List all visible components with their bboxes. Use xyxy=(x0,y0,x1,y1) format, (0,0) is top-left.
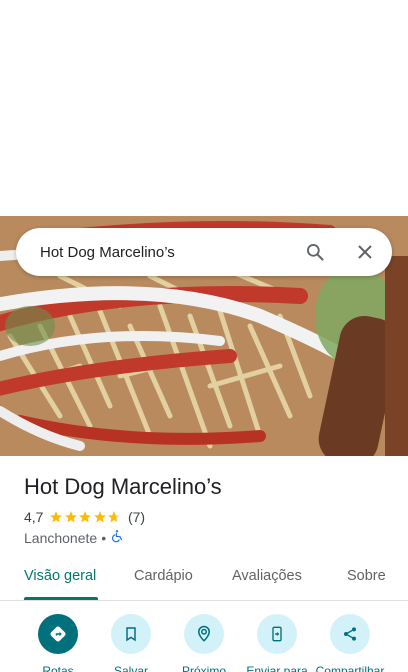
send-to-phone-button[interactable]: Enviar para xyxy=(235,614,319,672)
directions-icon xyxy=(38,614,78,654)
save-label: Salvar xyxy=(113,664,148,672)
close-icon[interactable] xyxy=(354,241,376,263)
nearby-button[interactable]: Próximo xyxy=(162,614,246,672)
star-icon xyxy=(65,511,77,523)
star-icon xyxy=(50,511,63,523)
separator-dot: • xyxy=(101,529,107,546)
rating-row[interactable]: 4,7 (7) xyxy=(24,509,145,525)
tab-menu[interactable]: Cardápio xyxy=(134,568,193,584)
star-icon xyxy=(94,511,106,523)
bookmark-icon xyxy=(111,614,151,654)
share-button[interactable]: Compartilhar xyxy=(308,614,392,672)
nearby-label: Próximo xyxy=(181,664,226,672)
wheelchair-icon xyxy=(110,529,124,546)
directions-label: Rotas xyxy=(42,664,74,672)
search-icon[interactable] xyxy=(304,241,326,263)
tab-bar: Visão geral Cardápio Avaliações Sobre xyxy=(0,556,408,601)
active-tab-indicator xyxy=(24,597,98,600)
map-area-blank xyxy=(0,0,408,216)
tab-overview[interactable]: Visão geral xyxy=(24,568,96,584)
action-bar: Rotas Salvar Próximo Enviar para Compart… xyxy=(0,614,408,672)
tab-about[interactable]: Sobre xyxy=(347,568,386,584)
search-query[interactable]: Hot Dog Marcelino’s xyxy=(40,244,304,261)
place-category: Lanchonete xyxy=(24,529,98,546)
star-icon xyxy=(79,511,92,523)
rating-stars xyxy=(49,510,122,524)
review-count[interactable]: (7) xyxy=(128,509,145,525)
send-to-phone-icon xyxy=(257,614,297,654)
save-button[interactable]: Salvar xyxy=(89,614,173,672)
category-row: Lanchonete • xyxy=(24,529,124,546)
search-bar[interactable]: Hot Dog Marcelino’s xyxy=(16,228,392,276)
directions-button[interactable]: Rotas xyxy=(16,614,100,672)
rating-value: 4,7 xyxy=(24,509,44,525)
nearby-icon xyxy=(184,614,224,654)
share-icon xyxy=(330,614,370,654)
send-to-phone-label: Enviar para xyxy=(246,664,308,672)
place-title: Hot Dog Marcelino’s xyxy=(24,474,222,499)
share-label: Compartilhar xyxy=(315,664,385,672)
tab-reviews[interactable]: Avaliações xyxy=(232,568,302,584)
star-half-icon xyxy=(108,511,121,523)
